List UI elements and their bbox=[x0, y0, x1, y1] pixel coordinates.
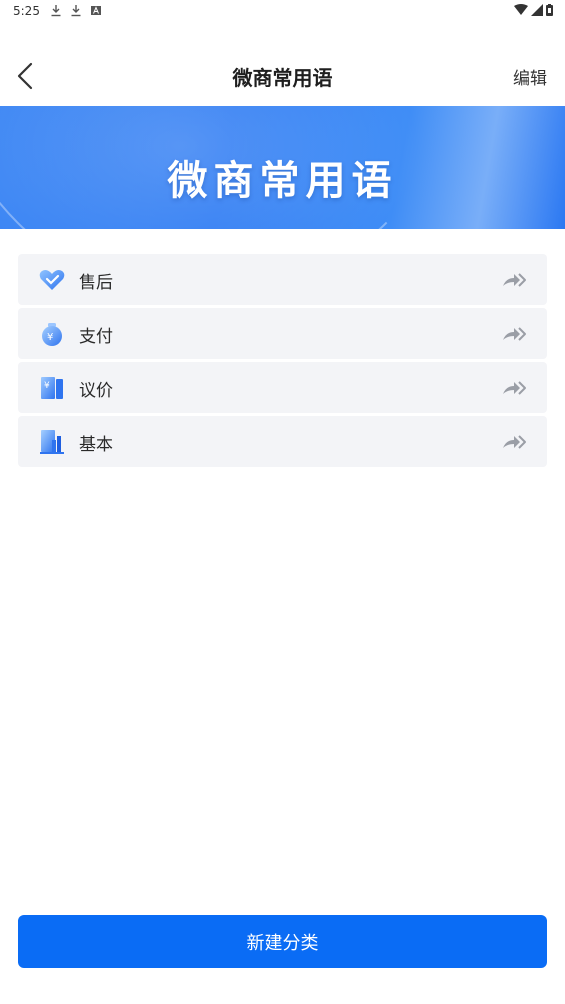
edit-button[interactable]: 编辑 bbox=[513, 64, 547, 89]
banner-title: 微商常用语 bbox=[167, 158, 398, 204]
category-list: 售后 ¥ 支付 ¥ 议价 基本 bbox=[18, 254, 547, 470]
category-label: 基本 bbox=[79, 435, 113, 455]
svg-text:¥: ¥ bbox=[47, 332, 53, 343]
document-chart-icon bbox=[40, 430, 64, 454]
category-item-after-sales[interactable]: 售后 bbox=[18, 254, 547, 305]
svg-text:¥: ¥ bbox=[44, 381, 50, 391]
top-navigation-bar: 微商常用语 编辑 bbox=[0, 46, 565, 106]
status-notification-icons bbox=[50, 4, 102, 17]
price-tag-icon: ¥ bbox=[41, 377, 63, 399]
battery-icon bbox=[546, 4, 553, 16]
heart-check-icon bbox=[39, 270, 65, 290]
status-bar: 5:25 bbox=[0, 0, 565, 24]
category-label: 售后 bbox=[79, 273, 113, 293]
share-arrow-icon bbox=[503, 327, 526, 341]
share-arrow-icon bbox=[503, 273, 526, 287]
category-item-bargain[interactable]: ¥ 议价 bbox=[18, 362, 547, 413]
download-icon bbox=[51, 5, 61, 17]
share-arrow-icon bbox=[503, 435, 526, 449]
status-system-icons bbox=[514, 4, 553, 16]
wifi-icon bbox=[514, 4, 528, 15]
a-box-icon bbox=[91, 6, 101, 15]
new-category-button[interactable]: 新建分类 bbox=[18, 915, 547, 968]
status-time: 5:25 bbox=[13, 4, 40, 18]
signal-icon bbox=[531, 4, 543, 16]
category-item-basic[interactable]: 基本 bbox=[18, 416, 547, 467]
banner: 微商常用语 bbox=[0, 106, 565, 229]
category-label: 议价 bbox=[79, 381, 113, 401]
page-title: 微商常用语 bbox=[232, 66, 333, 90]
share-arrow-icon bbox=[503, 381, 526, 395]
money-bag-icon: ¥ bbox=[42, 323, 62, 346]
category-item-payment[interactable]: ¥ 支付 bbox=[18, 308, 547, 359]
download-icon bbox=[71, 5, 81, 17]
category-label: 支付 bbox=[79, 327, 113, 347]
